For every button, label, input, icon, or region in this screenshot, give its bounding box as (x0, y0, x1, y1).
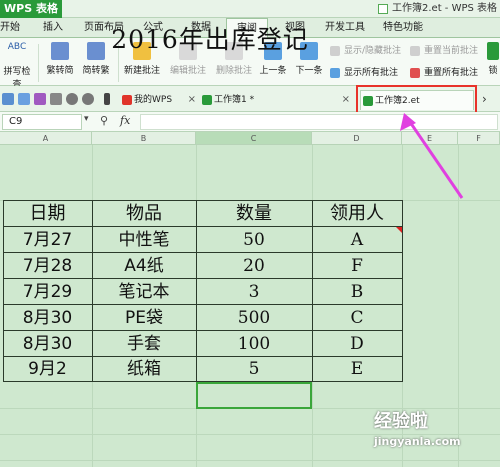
show-all-comments-button[interactable]: 显示所有批注 (330, 66, 398, 80)
spell-check-button[interactable]: ABC 拼写检查 (0, 42, 34, 90)
next-label: 下一条 (295, 66, 323, 76)
table-cell[interactable]: 500 (196, 305, 312, 331)
column-header-b[interactable]: B (92, 132, 196, 145)
selected-cell-c9[interactable] (196, 382, 312, 409)
previous-label: 上一条 (259, 66, 287, 76)
reset-all-comments-button[interactable]: 重置所有批注 (410, 66, 478, 80)
spreadsheet-icon (202, 95, 212, 105)
reset-current-comment-label: 重置当前批注 (424, 46, 479, 56)
print-preview-icon[interactable] (50, 93, 62, 105)
table-header-quantity[interactable]: 数量 (196, 201, 312, 227)
simp-to-trad-label: 简转繁 (82, 66, 110, 76)
document-icon (378, 4, 388, 14)
table-header-item[interactable]: 物品 (92, 201, 196, 227)
grid-line (0, 460, 500, 461)
sheet-title: 2016年出库登记 (111, 25, 309, 54)
zoom-icon[interactable]: ⚲ (100, 114, 108, 127)
trad-to-simp-label: 繁转简 (46, 66, 74, 76)
title-bar: WPS 表格▾ 工作簿2.et - WPS 表格 (0, 0, 500, 32)
reset-all-comments-label: 重置所有批注 (424, 68, 479, 78)
reset-current-comment-button[interactable]: 重置当前批注 (410, 44, 478, 58)
table-cell[interactable]: 7月29 (3, 279, 92, 305)
comments-icon (330, 68, 340, 78)
open-icon[interactable] (2, 93, 14, 105)
table-cell[interactable]: 7月27 (3, 227, 92, 253)
abc-icon: ABC (7, 42, 27, 52)
table-cell[interactable]: 笔记本 (92, 279, 196, 305)
column-header-c[interactable]: C (196, 132, 312, 145)
print-icon[interactable] (34, 93, 46, 105)
reset-icon (410, 68, 420, 78)
table-cell[interactable]: 8月30 (3, 305, 92, 331)
doc-tab-label: 我的WPS (134, 95, 173, 105)
table-cell[interactable]: 8月30 (3, 331, 92, 357)
chevron-down-icon[interactable]: ▾ (84, 114, 89, 124)
annotation-highlight-box (356, 85, 477, 115)
close-icon[interactable]: × (342, 90, 350, 110)
table-cell[interactable]: A4纸 (92, 253, 196, 279)
column-header-a[interactable]: A (0, 132, 92, 145)
doc-tab-label: 工作簿1 * (214, 95, 255, 105)
tab-special-features[interactable]: 特色功能 (378, 18, 428, 38)
table-cell[interactable]: 9月2 (3, 356, 92, 382)
table-cell[interactable]: E (312, 356, 402, 382)
column-header-e[interactable]: E (402, 132, 458, 145)
table-cell[interactable]: C (312, 305, 402, 331)
table-cell[interactable]: 手套 (92, 331, 196, 357)
formula-bar: C9 ▾ ⚲ fx (0, 112, 500, 132)
table-cell[interactable]: PE袋 (92, 305, 196, 331)
table-header-recipient[interactable]: 领用人 (312, 201, 402, 227)
table-border (402, 200, 403, 382)
wps-spreadsheet-window: WPS 表格▾ 工作簿2.et - WPS 表格 开始 插入 页面布局 公式 数… (0, 0, 500, 467)
new-comment-label: 新建批注 (123, 66, 160, 76)
table-cell[interactable]: F (312, 253, 402, 279)
table-cell[interactable]: 5 (196, 356, 312, 382)
undo-icon[interactable] (66, 93, 78, 105)
table-cell[interactable]: 3 (196, 279, 312, 305)
table-cell[interactable]: 中性笔 (92, 227, 196, 253)
edit-comment-label: 编辑批注 (169, 66, 206, 76)
customize-toolbar-icon[interactable] (104, 93, 110, 105)
function-icon[interactable]: fx (120, 114, 130, 127)
tab-home[interactable]: 开始 (0, 18, 20, 38)
table-cell[interactable]: 50 (196, 227, 312, 253)
formula-input[interactable] (140, 114, 498, 130)
table-cell[interactable]: B (312, 279, 402, 305)
doc-tab-my-wps[interactable]: 我的WPS × (120, 90, 196, 110)
lock-button[interactable]: 锁 (486, 42, 500, 84)
watermark-main: 经验啦 (374, 411, 428, 432)
table-cell[interactable]: 7月28 (3, 253, 92, 279)
lock-label: 锁 (488, 66, 498, 76)
redo-icon[interactable] (82, 93, 94, 105)
watermark-sub: jingyanla.com (374, 435, 461, 448)
reset-icon (410, 46, 420, 56)
table-cell[interactable]: A (312, 227, 402, 253)
watermark: 经验啦 jingyanla.com (374, 412, 500, 452)
wps-logo-icon (122, 95, 132, 105)
column-header-d[interactable]: D (312, 132, 402, 145)
table-cell[interactable]: D (312, 331, 402, 357)
table-header-date[interactable]: 日期 (3, 201, 92, 227)
close-icon[interactable]: × (188, 90, 196, 110)
table-cell[interactable]: 纸箱 (92, 356, 196, 382)
table-cell[interactable]: 100 (196, 331, 312, 357)
delete-comment-label: 删除批注 (215, 66, 252, 76)
lock-icon (487, 42, 499, 60)
show-all-comments-label: 显示所有批注 (344, 68, 399, 78)
window-title: 工作簿2.et - WPS 表格 (392, 3, 498, 14)
save-icon[interactable] (18, 93, 30, 105)
doc-tab-workbook1[interactable]: 工作簿1 * × (200, 90, 350, 110)
ribbon-separator (38, 44, 39, 82)
app-menu-button[interactable]: WPS 表格▾ (0, 0, 62, 32)
table-cell[interactable]: 20 (196, 253, 312, 279)
name-box[interactable]: C9 (2, 114, 82, 130)
tab-scroll-right-icon[interactable]: › (482, 92, 487, 106)
column-header-f[interactable]: F (458, 132, 500, 145)
